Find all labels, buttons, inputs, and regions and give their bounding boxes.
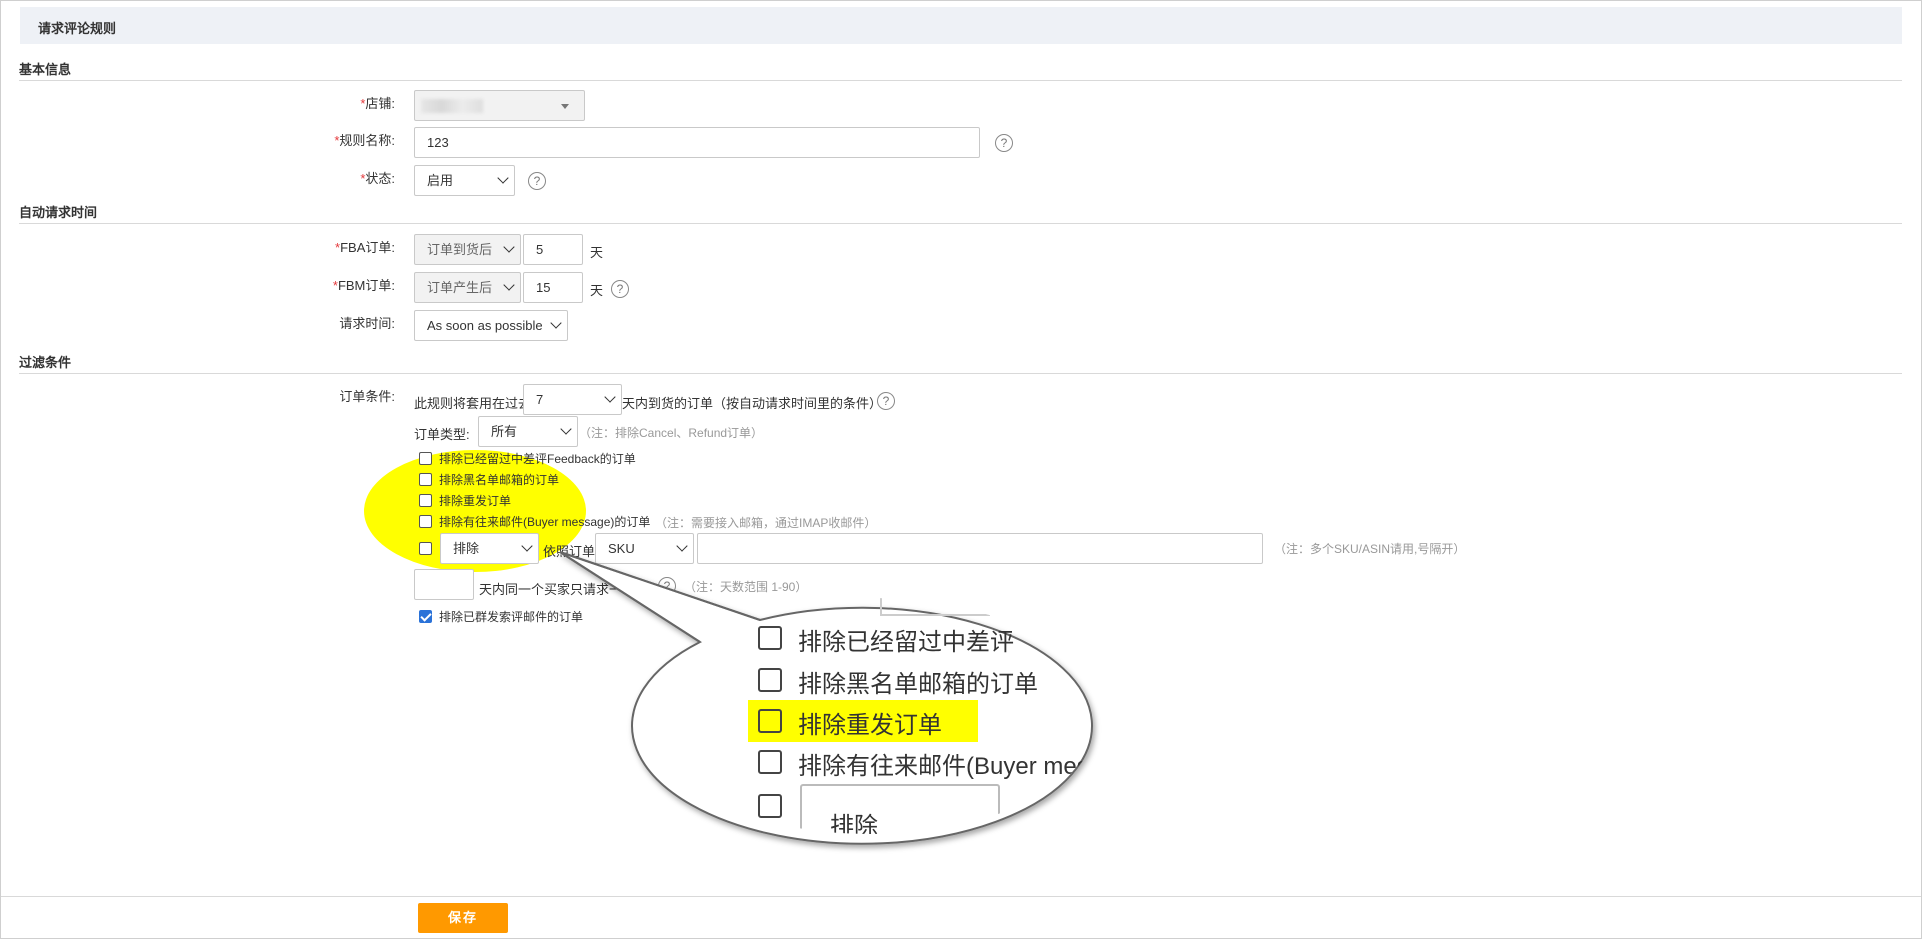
rule-suffix-text: 天内到货的订单（按自动请求时间里的条件） (622, 396, 883, 411)
chevron-down-icon (550, 317, 562, 329)
sku-list-input[interactable] (697, 533, 1263, 564)
fbm-days-input[interactable]: 15 (523, 272, 583, 303)
exclude-blacklist-checkbox[interactable] (419, 473, 432, 486)
title-bar: 请求评论规则 (20, 7, 1902, 44)
exclude-resend-checkbox[interactable] (419, 494, 432, 507)
save-button[interactable]: 保存 (418, 903, 508, 933)
sku-type-select[interactable]: SKU (595, 533, 694, 564)
zoom-label: 排除已经留过中差评 (798, 629, 1014, 656)
dropdown-arrow-icon (561, 104, 569, 109)
section-auto-time-title: 自动请求时间 (19, 205, 98, 220)
fba-label: *FBA订单: (335, 240, 395, 255)
rule-name-label: *规则名称: (334, 133, 395, 148)
footer-divider (1, 896, 1921, 897)
exclude-buyer-message-label: 排除有往来邮件(Buyer message)的订单 (439, 515, 651, 529)
day-unit: 天 (590, 245, 604, 260)
status-label: *状态: (360, 171, 395, 186)
help-icon[interactable]: ? (611, 280, 629, 298)
chevron-down-icon (560, 423, 572, 435)
zoom-checkbox (758, 626, 782, 650)
exclude-mass-email-label: 排除已群发索评邮件的订单 (439, 610, 584, 624)
sku-filter-checkbox[interactable] (419, 542, 432, 555)
sku-mode-select[interactable]: 排除 (440, 533, 539, 564)
page-title: 请求评论规则 (38, 21, 117, 36)
fba-trigger-select[interactable]: 订单到货后 (414, 234, 521, 265)
section-basic-title: 基本信息 (19, 62, 72, 77)
exclude-mass-email-checkbox[interactable] (419, 610, 432, 623)
order-type-note: （注：排除Cancel、Refund订单） (579, 426, 764, 440)
chevron-down-icon (503, 279, 515, 291)
zoom-checkbox (758, 668, 782, 692)
exclude-feedback-label: 排除已经留过中差评Feedback的订单 (439, 452, 636, 466)
zoom-label: 排除黑名单邮箱的订单 (798, 671, 1038, 698)
store-label: *店铺: (360, 96, 395, 111)
order-type-label: 订单类型: (414, 427, 470, 442)
section-divider (19, 223, 1902, 224)
exclude-feedback-checkbox[interactable] (419, 452, 432, 465)
chevron-down-icon (676, 540, 688, 552)
day-unit: 天 (590, 283, 604, 298)
section-divider (19, 80, 1902, 81)
zoom-label: 排除有往来邮件(Buyer mes (798, 753, 1089, 780)
exclude-blacklist-label: 排除黑名单邮箱的订单 (439, 473, 560, 487)
sku-by-text: 依照订单 (543, 544, 596, 559)
once-text: 天内同一个买家只请求一次 (479, 582, 636, 597)
zoom-magnifier: 排除已经留过中差评 排除黑名单邮箱的订单 排除重发订单 排除有往来邮件(Buye… (640, 598, 1100, 834)
fbm-trigger-select[interactable]: 订单产生后 (414, 272, 521, 303)
request-time-label: 请求时间: (339, 316, 395, 331)
store-name-redacted (421, 99, 483, 113)
zoom-checkbox (758, 709, 782, 733)
section-divider (19, 373, 1902, 374)
section-filter-title: 过滤条件 (19, 355, 72, 370)
zoom-checkbox (758, 750, 782, 774)
once-days-input[interactable] (414, 569, 474, 600)
rule-name-input[interactable]: 123 (414, 127, 980, 158)
help-icon[interactable]: ? (658, 577, 676, 595)
help-icon[interactable]: ? (877, 392, 895, 410)
chevron-down-icon (521, 540, 533, 552)
fbm-label: *FBM订单: (332, 278, 395, 293)
chevron-down-icon (497, 172, 509, 184)
chevron-down-icon (503, 241, 515, 253)
zoom-select: 排除 (800, 784, 1000, 834)
order-type-select[interactable]: 所有 (478, 416, 578, 447)
rule-prefix-text: 此规则将套用在过去 (414, 396, 532, 411)
help-icon[interactable]: ? (995, 134, 1013, 152)
exclude-buyer-message-checkbox[interactable] (419, 515, 432, 528)
help-icon[interactable]: ? (528, 172, 546, 190)
zoom-label: 排除重发订单 (798, 712, 942, 739)
status-select[interactable]: 启用 (414, 165, 515, 196)
order-condition-label: 订单条件: (339, 389, 395, 404)
buyer-message-note: （注：需要接入邮箱，通过IMAP收邮件） (655, 516, 877, 530)
past-days-select[interactable]: 7 (523, 384, 622, 415)
fba-days-input[interactable]: 5 (523, 234, 583, 265)
request-time-select[interactable]: As soon as possible (414, 310, 568, 341)
zoom-checkbox (758, 794, 782, 818)
exclude-resend-label: 排除重发订单 (439, 494, 512, 508)
sku-note: （注：多个SKU/ASIN请用,号隔开） (1274, 542, 1466, 556)
once-note: （注：天数范围 1-90） (684, 580, 808, 594)
zoom-select-edge (880, 598, 990, 616)
chevron-down-icon (604, 391, 616, 403)
